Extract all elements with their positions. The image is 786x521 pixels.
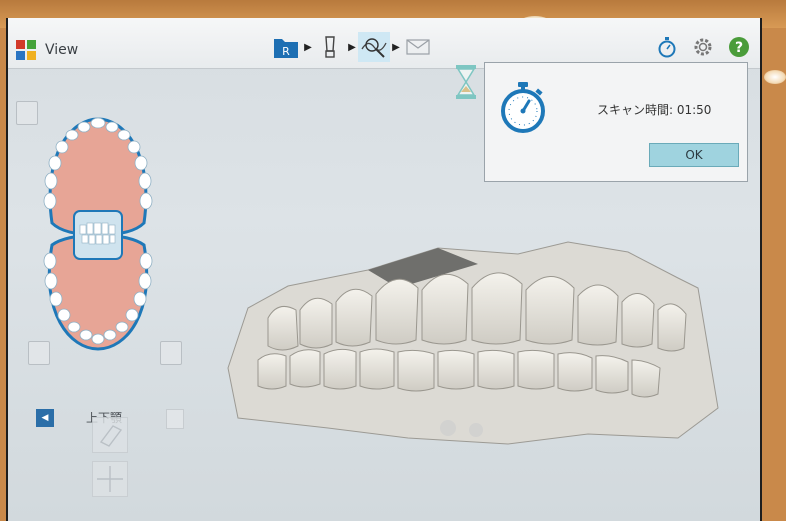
help-icon: ? (729, 37, 749, 57)
step-arrow-icon: ▶ (392, 41, 400, 53)
trim-icon (97, 466, 123, 492)
folder-r-icon: R (274, 39, 298, 58)
settings-button[interactable] (692, 36, 714, 58)
chevron-left-icon: ◀ (41, 413, 49, 423)
scan-time-dialog: スキャン時間: 01:50 OK (484, 62, 748, 182)
trim-tool-button[interactable] (92, 461, 128, 497)
scan-step-button[interactable] (314, 32, 346, 62)
svg-text:?: ? (735, 40, 743, 56)
view-magnifier-icon (361, 38, 387, 58)
app-logo-icon (16, 40, 36, 60)
envelope-icon (406, 39, 430, 55)
previous-button[interactable]: ◀ (36, 409, 54, 427)
eraser-tool-button[interactable] (92, 417, 128, 453)
toolbar-icons: ? (656, 36, 750, 58)
help-button[interactable]: ? (728, 36, 750, 58)
left-panel: ◀ 上下顎 (8, 69, 184, 521)
lower-jaw-toggle-button[interactable] (160, 341, 182, 365)
eraser-icon (99, 425, 123, 447)
scanner-wand-icon (325, 36, 335, 58)
workflow-steps: R ▶ ▶ ▶ (270, 32, 434, 62)
upper-jaw-toggle-button[interactable] (28, 341, 50, 365)
next-button[interactable] (166, 409, 184, 429)
arch-selector-diagram[interactable] (36, 113, 160, 353)
step-arrow-icon: ▶ (348, 41, 356, 53)
patient-step-glyph: R (282, 45, 290, 58)
light-glare (764, 70, 786, 84)
application-window: View R ▶ ▶ ▶ ? ◀ スキャン時間: 01:50 OK (6, 18, 762, 521)
send-step-button[interactable] (402, 32, 434, 62)
stopwatch-icon (501, 82, 545, 133)
hourglass-icon (456, 65, 476, 99)
view-toggle-button[interactable] (16, 101, 38, 125)
3d-scan-model[interactable] (208, 228, 728, 468)
scan-time-message: スキャン時間: 01:50 (597, 103, 712, 117)
step-arrow-icon: ▶ (304, 41, 312, 53)
stopwatch-button[interactable] (656, 36, 678, 58)
patient-step-button[interactable]: R (270, 32, 302, 62)
stopwatch-icon (658, 37, 676, 58)
ok-button[interactable]: OK (649, 143, 739, 167)
view-step-button[interactable] (358, 32, 390, 62)
app-title: View (45, 42, 79, 58)
gear-icon (694, 38, 712, 56)
